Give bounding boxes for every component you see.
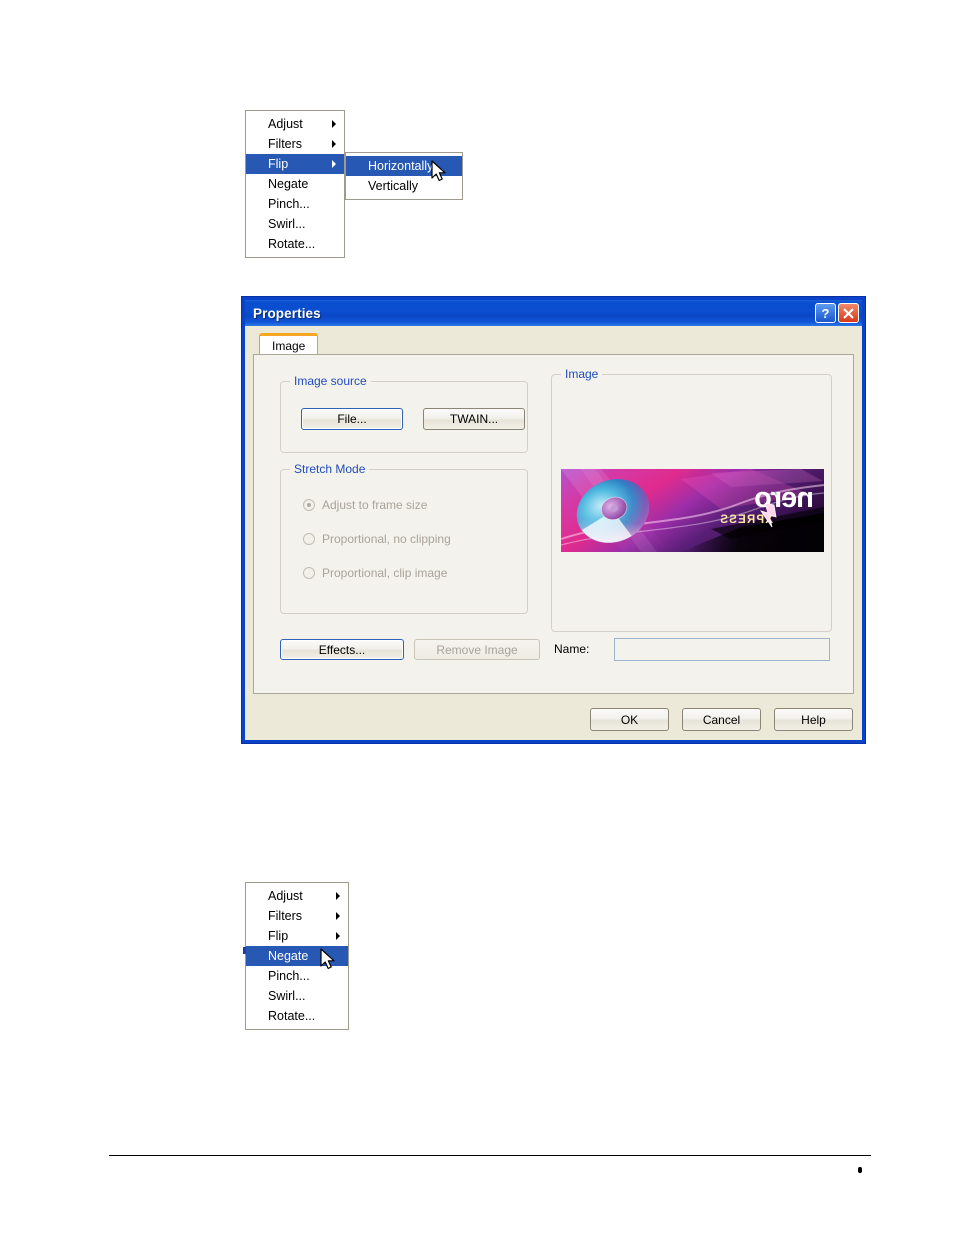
radio-button-icon	[303, 499, 315, 511]
scan-artifact	[243, 947, 246, 954]
group-image-title: Image	[561, 367, 603, 381]
group-stretch-mode: Stretch Mode Adjust to frame size Propor…	[280, 462, 528, 614]
menu-item-pinch[interactable]: Pinch...	[246, 194, 344, 214]
menu-item-label: Negate	[268, 949, 309, 963]
menu-item-label: Adjust	[268, 117, 303, 131]
radio-label: Adjust to frame size	[322, 498, 428, 512]
submenu-item-vertically[interactable]: Vertically	[346, 176, 462, 196]
menu2-item-flip[interactable]: Flip	[246, 926, 348, 946]
menu-item-filters[interactable]: Filters	[246, 134, 344, 154]
menu2-item-swirl[interactable]: Swirl...	[246, 986, 348, 1006]
radio-button-icon	[303, 567, 315, 579]
effects-button-label: Effects...	[318, 642, 366, 657]
radio-proportional-no-clipping[interactable]: Proportional, no clipping	[303, 532, 451, 546]
help-icon-glyph: ?	[821, 305, 830, 321]
flip-submenu[interactable]: Horizontally Vertically	[345, 152, 463, 200]
group-image: Image nero XPRESS	[551, 367, 832, 632]
image-effects-context-menu-2[interactable]: Adjust Filters Flip Negate Pinch... Swir…	[245, 882, 349, 1030]
dialog-titlebar[interactable]: Properties ?	[245, 300, 862, 326]
page-footer-rule	[109, 1155, 871, 1156]
menu-item-label: Pinch...	[268, 197, 310, 211]
image-preview: nero XPRESS	[561, 469, 824, 552]
dialog-title: Properties	[253, 305, 321, 321]
menu-item-adjust[interactable]: Adjust	[246, 114, 344, 134]
file-button-label: File...	[337, 412, 367, 426]
menu-item-label: Filters	[268, 909, 303, 923]
menu2-item-adjust[interactable]: Adjust	[246, 886, 348, 906]
menu-item-label: Filters	[268, 137, 303, 151]
dialog-body: Image Image source File... TWAIN... Stre…	[245, 326, 862, 740]
help-icon[interactable]: ?	[815, 303, 836, 323]
titlebar-buttons: ?	[815, 303, 859, 323]
menu-item-label: Flip	[268, 157, 289, 171]
submenu-item-label: Vertically	[368, 179, 419, 193]
radio-label: Proportional, clip image	[322, 566, 448, 580]
radio-adjust-to-frame-size[interactable]: Adjust to frame size	[303, 498, 427, 512]
remove-image-button: Remove Image	[414, 639, 540, 660]
submenu-arrow-icon	[332, 120, 336, 128]
submenu-arrow-icon	[332, 140, 336, 148]
name-label: Name:	[554, 642, 590, 656]
cancel-button-label: Cancel	[702, 712, 741, 727]
properties-dialog: Properties ? Image Image source File... …	[241, 296, 866, 744]
nero-express-logo-mirrored: nero XPRESS	[561, 469, 824, 552]
tab-image[interactable]: Image	[259, 333, 319, 354]
menu-item-label: Pinch...	[268, 969, 310, 983]
page-footer-mark	[858, 1167, 862, 1173]
ok-button-label: OK	[620, 712, 639, 727]
group-image-source-title: Image source	[290, 374, 371, 388]
menu2-item-filters[interactable]: Filters	[246, 906, 348, 926]
tab-page-image: Image source File... TWAIN... Stretch Mo…	[253, 354, 854, 694]
twain-button-label: TWAIN...	[449, 412, 499, 426]
menu-item-label: Swirl...	[268, 217, 306, 231]
submenu-arrow-icon	[336, 892, 340, 900]
menu-item-label: Flip	[268, 929, 289, 943]
cancel-button[interactable]: Cancel	[682, 708, 761, 731]
menu2-item-negate[interactable]: Negate	[246, 946, 348, 966]
group-stretch-mode-title: Stretch Mode	[290, 462, 370, 476]
radio-label: Proportional, no clipping	[322, 532, 451, 546]
tab-label: Image	[272, 339, 306, 353]
twain-button[interactable]: TWAIN...	[423, 408, 525, 430]
submenu-arrow-icon	[332, 160, 336, 168]
menu-item-negate[interactable]: Negate	[246, 174, 344, 194]
ok-button[interactable]: OK	[590, 708, 669, 731]
tabstrip: Image	[259, 333, 854, 354]
menu-item-rotate[interactable]: Rotate...	[246, 234, 344, 254]
menu-item-label: Rotate...	[268, 1009, 316, 1023]
close-icon-glyph	[843, 308, 854, 318]
help-button-label: Help	[801, 712, 826, 727]
menu-item-swirl[interactable]: Swirl...	[246, 214, 344, 234]
menu-item-flip[interactable]: Flip	[246, 154, 344, 174]
svg-text:nero: nero	[755, 482, 814, 514]
name-input[interactable]	[614, 638, 830, 661]
menu-item-label: Adjust	[268, 889, 303, 903]
close-icon[interactable]	[838, 303, 859, 323]
remove-image-button-label: Remove Image	[436, 642, 518, 657]
submenu-item-label: Horizontally	[368, 159, 434, 173]
file-button[interactable]: File...	[301, 408, 403, 430]
menu-item-label: Rotate...	[268, 237, 316, 251]
submenu-item-horizontally[interactable]: Horizontally	[346, 156, 462, 176]
radio-button-icon	[303, 533, 315, 545]
menu-item-label: Negate	[268, 177, 309, 191]
menu-item-label: Swirl...	[268, 989, 306, 1003]
radio-proportional-clip-image[interactable]: Proportional, clip image	[303, 566, 447, 580]
group-image-source: Image source File... TWAIN...	[280, 374, 528, 453]
menu2-item-rotate[interactable]: Rotate...	[246, 1006, 348, 1026]
image-effects-context-menu[interactable]: Adjust Filters Flip Negate Pinch... Swir…	[245, 110, 345, 258]
effects-button[interactable]: Effects...	[280, 639, 404, 660]
menu2-item-pinch[interactable]: Pinch...	[246, 966, 348, 986]
help-button[interactable]: Help	[774, 708, 853, 731]
dialog-footer: OK Cancel Help	[590, 708, 853, 731]
submenu-arrow-icon	[336, 912, 340, 920]
submenu-arrow-icon	[336, 932, 340, 940]
